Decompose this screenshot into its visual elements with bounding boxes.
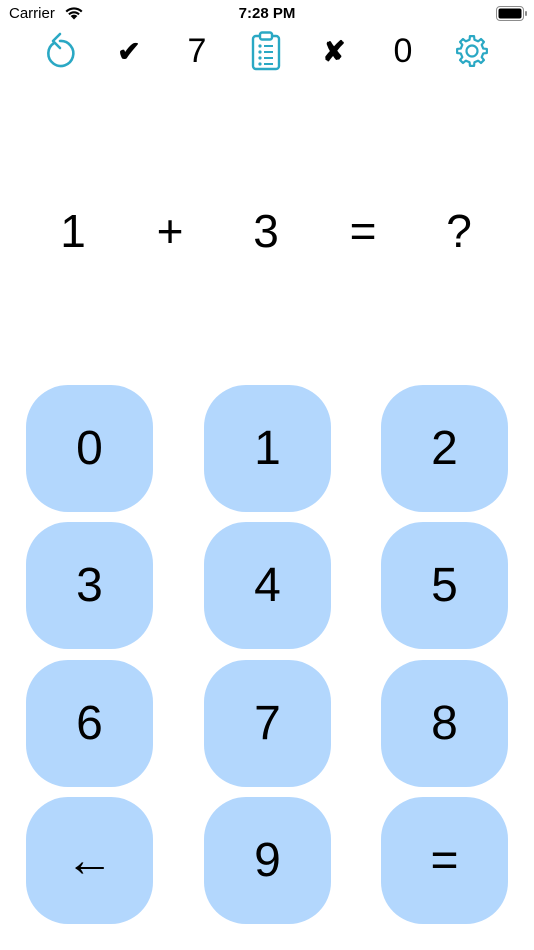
key-2[interactable]: 2: [381, 385, 508, 512]
key-3[interactable]: 3: [26, 522, 153, 649]
operand-1: 1: [60, 205, 86, 257]
battery-icon: [496, 6, 527, 21]
submit-key[interactable]: =: [381, 797, 508, 924]
status-bar: Carrier 7:28 PM: [0, 0, 534, 28]
key-4[interactable]: 4: [204, 522, 331, 649]
settings-button[interactable]: [452, 28, 492, 74]
clipboard-list-icon: [251, 31, 281, 71]
history-button[interactable]: [246, 28, 286, 74]
gear-icon: [456, 35, 488, 67]
key-7[interactable]: 7: [204, 660, 331, 787]
key-1[interactable]: 1: [204, 385, 331, 512]
key-0[interactable]: 0: [26, 385, 153, 512]
clock: 7:28 PM: [238, 5, 296, 22]
equals-sign: =: [349, 205, 377, 257]
key-6[interactable]: 6: [26, 660, 153, 787]
key-8[interactable]: 8: [381, 660, 508, 787]
toolbar: ✔ 7 ✘ 0: [0, 28, 534, 74]
key-5[interactable]: 5: [381, 522, 508, 649]
equation: 1 + 3 = ?: [0, 200, 534, 262]
wrong-count: 0: [393, 31, 413, 70]
operand-2: 3: [253, 205, 279, 257]
wrong-mark: ✘: [322, 35, 346, 67]
backspace-key[interactable]: ←: [26, 797, 153, 924]
operator: +: [156, 205, 184, 257]
counterclockwise-arrow-icon: [47, 32, 75, 68]
correct-count: 7: [187, 31, 207, 70]
reset-button[interactable]: [40, 28, 80, 74]
correct-mark: ✔: [117, 35, 141, 67]
key-9[interactable]: 9: [204, 797, 331, 924]
answer-placeholder: ?: [446, 205, 472, 257]
